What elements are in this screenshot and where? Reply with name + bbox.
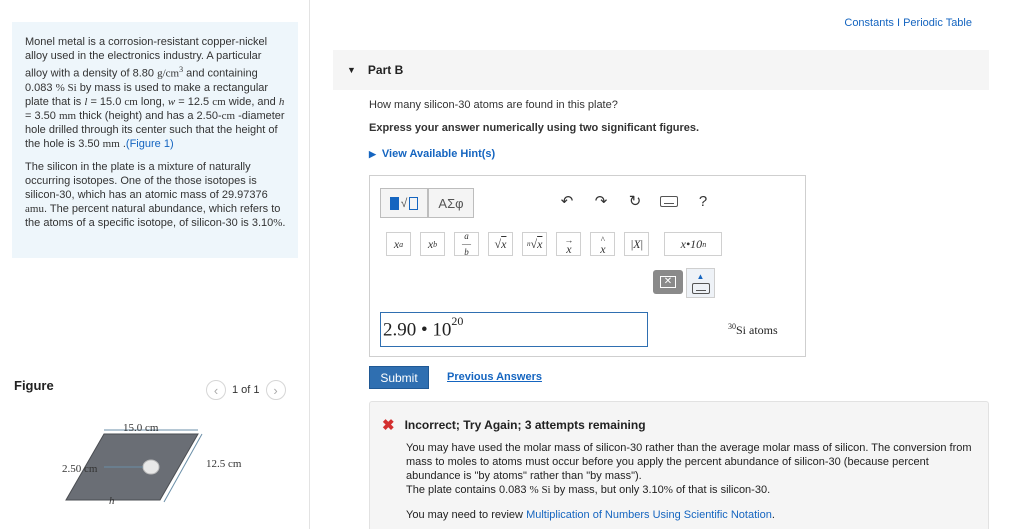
chevron-left-icon[interactable]: ‹ bbox=[206, 380, 226, 400]
vector-button[interactable]: → x bbox=[556, 232, 582, 256]
answer-units: 30Si atoms bbox=[728, 322, 778, 337]
superscript-button[interactable]: xa bbox=[386, 232, 411, 256]
problem-statement: Monel metal is a corrosion-resistant cop… bbox=[12, 22, 298, 258]
view-hints-link[interactable]: ▶ View Available Hint(s) bbox=[369, 148, 495, 160]
width-label: 12.5 cm bbox=[206, 458, 242, 470]
hole-label: 2.50 cm bbox=[62, 463, 98, 475]
answer-editor: √ ΑΣφ ↶ ↷ ↻ ? xa xb a ― b √ x n √ x → x ^ x | X |… bbox=[369, 175, 806, 357]
header-links: Constants I Periodic Table bbox=[844, 17, 972, 29]
feedback-review: You may need to review Multiplication of… bbox=[406, 509, 775, 521]
chevron-right-icon[interactable]: › bbox=[265, 380, 286, 400]
caret-right-icon: ▶ bbox=[369, 149, 376, 159]
nth-root-button[interactable]: n √ x bbox=[522, 232, 548, 256]
absolute-value-button[interactable]: | X | bbox=[624, 232, 650, 256]
backspace-icon: ✕ bbox=[659, 276, 677, 288]
scientific-notation-button[interactable]: x•10 n bbox=[664, 232, 723, 256]
square-root-button[interactable]: √ x bbox=[488, 232, 513, 256]
periodic-table-link[interactable]: Periodic Table bbox=[903, 17, 972, 29]
greek-symbols-button[interactable]: ΑΣφ bbox=[428, 188, 474, 218]
feedback-line-1: You may have used the molar mass of sili… bbox=[406, 442, 972, 482]
problem-paragraph-1: Monel metal is a corrosion-resistant cop… bbox=[25, 36, 285, 150]
part-title: Part B bbox=[367, 63, 404, 77]
templates-button[interactable]: √ bbox=[380, 188, 428, 218]
review-link[interactable]: Multiplication of Numbers Using Scientif… bbox=[526, 509, 772, 521]
keyboard-icon bbox=[691, 282, 710, 294]
problem-panel: Monel metal is a corrosion-resistant cop… bbox=[0, 0, 310, 529]
error-x-icon: ✖ bbox=[382, 417, 395, 434]
sqrt-icon: √ bbox=[400, 196, 408, 210]
feedback-line-2: The plate contains 0.083 % Si by mass, b… bbox=[406, 484, 771, 496]
subscript-button[interactable]: xb bbox=[420, 232, 445, 256]
plate-figure: 15.0 cm 12.5 cm 2.50 cm h bbox=[62, 422, 242, 507]
part-b-header[interactable]: ▼ Part B bbox=[333, 50, 989, 90]
feedback-title: Incorrect; Try Again; 3 attempts remaini… bbox=[404, 418, 646, 432]
keyboard-toggle-button[interactable]: ▲ bbox=[686, 268, 715, 298]
length-label: 15.0 cm bbox=[123, 422, 159, 434]
feedback-panel: ✖ Incorrect; Try Again; 3 attempts remai… bbox=[369, 401, 989, 529]
pager-count: 1 of 1 bbox=[232, 384, 260, 396]
redo-icon[interactable]: ↷ bbox=[592, 192, 610, 210]
template-box-icon bbox=[409, 196, 419, 210]
figure-pager: ‹ 1 of 1 › bbox=[206, 380, 286, 400]
toolbar-row-2: xa xb a ― b √ x n √ x → x ^ x | X | x•10 n bbox=[386, 232, 723, 257]
reset-icon[interactable]: ↻ bbox=[626, 192, 644, 210]
help-button[interactable]: ? bbox=[694, 193, 712, 210]
caret-up-icon: ▲ bbox=[696, 271, 705, 281]
answer-input[interactable]: 2.90 • 1020 bbox=[380, 312, 648, 347]
figure-1-link[interactable]: (Figure 1) bbox=[126, 138, 174, 150]
keyboard-shortcuts-icon[interactable] bbox=[660, 195, 678, 207]
fraction-button[interactable]: a ― b bbox=[454, 232, 479, 257]
figure-heading: Figure bbox=[14, 378, 54, 393]
problem-paragraph-2: The silicon in the plate is a mixture of… bbox=[25, 160, 286, 229]
feedback-header: ✖ Incorrect; Try Again; 3 attempts remai… bbox=[382, 416, 646, 434]
constants-link[interactable]: Constants bbox=[844, 17, 894, 29]
hole-shape bbox=[142, 459, 160, 475]
undo-icon[interactable]: ↶ bbox=[558, 192, 576, 210]
backspace-button[interactable]: ✕ bbox=[653, 270, 683, 294]
submit-button[interactable]: Submit bbox=[369, 366, 429, 389]
caret-down-icon: ▼ bbox=[347, 65, 356, 75]
question-text: How many silicon-30 atoms are found in t… bbox=[369, 99, 618, 111]
template-square-icon bbox=[389, 196, 399, 210]
instruction-text: Express your answer numerically using tw… bbox=[369, 122, 700, 134]
toolbar-row-1: √ ΑΣφ bbox=[380, 188, 474, 218]
height-label: h bbox=[109, 495, 115, 507]
edit-actions: ↶ ↷ ↻ ? bbox=[558, 192, 712, 211]
feedback-body: You may have used the molar mass of sili… bbox=[406, 441, 981, 522]
previous-answers-link[interactable]: Previous Answers bbox=[447, 371, 542, 383]
hat-button[interactable]: ^ x bbox=[590, 232, 616, 256]
